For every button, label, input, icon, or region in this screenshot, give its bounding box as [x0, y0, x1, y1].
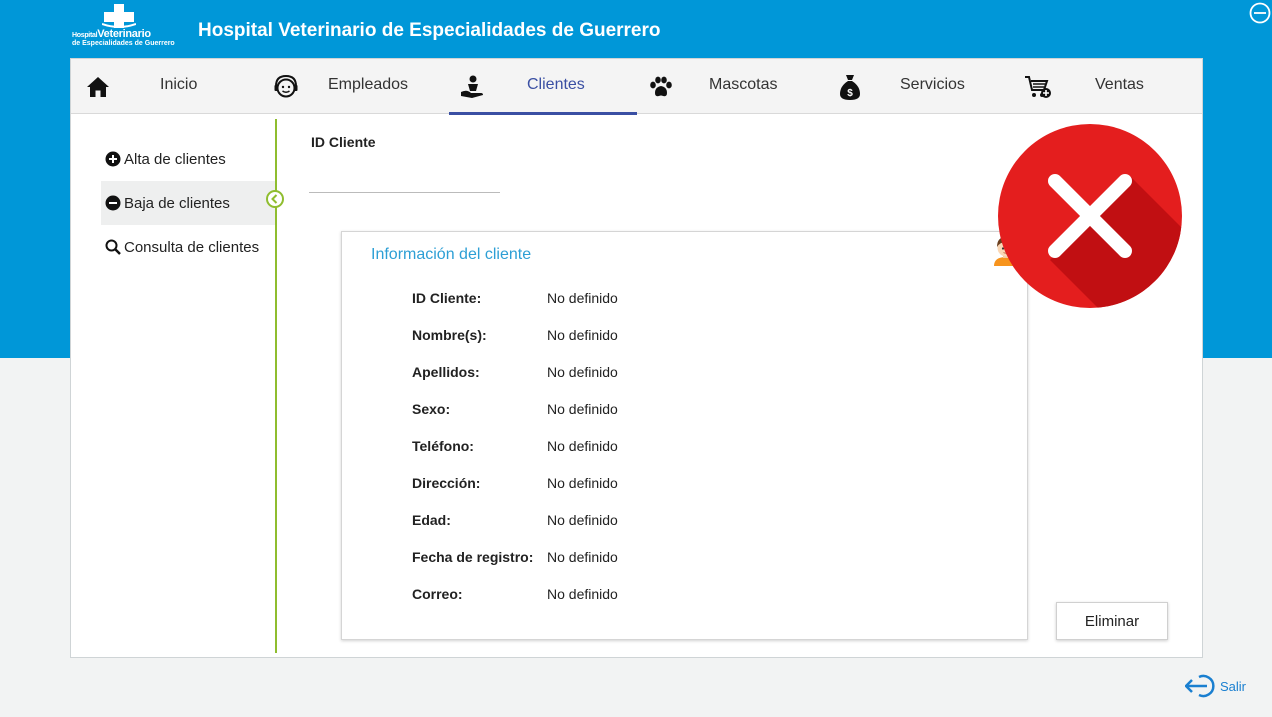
nav-item-mascotas[interactable]: Mascotas	[637, 59, 825, 114]
card-title: Información del cliente	[371, 246, 532, 263]
info-key: ID Cliente:	[412, 290, 482, 306]
info-key: Sexo:	[412, 401, 451, 417]
logo-text-hospital: Hospital	[72, 32, 98, 39]
info-key: Teléfono:	[412, 438, 474, 454]
logout-label: Salir	[1220, 678, 1247, 694]
info-key: Dirección:	[412, 475, 481, 491]
info-value: No definido	[547, 438, 618, 454]
client-service-icon	[458, 73, 486, 101]
client-info-card: Información del cliente ID Cliente: No d…	[341, 231, 1028, 640]
nav-label-empleados: Empleados	[328, 76, 409, 93]
app-title: Hospital Veterinario de Especialidades d…	[198, 20, 661, 41]
sidebar-item-alta-clientes[interactable]: Alta de clientes	[101, 137, 276, 181]
nav-label-inicio: Inicio	[160, 76, 198, 93]
nav-item-clientes[interactable]: Clientes	[449, 59, 637, 115]
hospital-logo: HospitalVeterinario de Especialidades de…	[72, 4, 175, 50]
info-key: Apellidos:	[412, 364, 480, 380]
info-value: No definido	[547, 327, 618, 343]
sidebar-item-baja-clientes[interactable]: Baja de clientes	[101, 181, 276, 225]
nav-label-clientes: Clientes	[527, 76, 585, 93]
info-value: No definido	[547, 401, 618, 417]
info-value: No definido	[547, 586, 618, 602]
info-value: No definido	[547, 512, 618, 528]
sidebar: Alta de clientes Baja de clientes Consul…	[101, 137, 276, 269]
info-key: Fecha de registro:	[412, 549, 534, 565]
cart-add-icon	[1024, 73, 1052, 101]
logout-button[interactable]: Salir	[1185, 674, 1246, 698]
nav-item-servicios[interactable]: $ Servicios	[825, 59, 1013, 114]
id-cliente-label: ID Cliente	[311, 134, 376, 150]
active-arrow-icon	[266, 190, 284, 208]
logo-text-veterinario: Veterinario	[97, 28, 151, 40]
delete-button[interactable]: Eliminar	[1056, 602, 1168, 640]
minus-circle-icon	[105, 195, 121, 211]
info-key: Nombre(s):	[412, 327, 487, 343]
info-value: No definido	[547, 549, 618, 565]
nav-label-servicios: Servicios	[900, 76, 965, 93]
sidebar-item-consulta-clientes[interactable]: Consulta de clientes	[101, 225, 276, 269]
info-key: Correo:	[412, 586, 463, 602]
info-value: No definido	[547, 364, 618, 380]
svg-text:$: $	[847, 88, 853, 99]
nav-item-empleados[interactable]: Empleados	[259, 59, 447, 114]
logo-text-subtitle: de Especialidades de Guerrero	[72, 40, 175, 47]
info-value: No definido	[547, 475, 618, 491]
minimize-icon[interactable]	[1249, 2, 1271, 24]
info-key: Edad:	[412, 512, 451, 528]
sidebar-item-label: Consulta de clientes	[124, 238, 260, 256]
search-icon	[105, 239, 121, 255]
money-bag-icon: $	[836, 73, 864, 101]
nav-label-ventas: Ventas	[1095, 76, 1144, 93]
nav-item-ventas[interactable]: Ventas	[1013, 59, 1201, 114]
info-value: No definido	[547, 290, 618, 306]
cross-logo-icon	[102, 4, 136, 28]
sidebar-item-label: Alta de clientes	[124, 150, 226, 168]
main-navbar: Inicio Empleados Clientes Mascotas $ Ser…	[71, 59, 1202, 115]
plus-circle-icon	[105, 151, 121, 167]
delete-x-icon	[998, 124, 1182, 308]
home-icon	[84, 73, 112, 101]
nav-item-inicio[interactable]: Inicio	[71, 59, 259, 114]
nav-label-mascotas: Mascotas	[709, 76, 778, 93]
logout-icon	[1185, 674, 1215, 698]
id-cliente-input[interactable]	[309, 167, 500, 193]
paw-icon	[647, 73, 675, 101]
sidebar-item-label: Baja de clientes	[124, 194, 230, 212]
headset-user-icon	[272, 73, 300, 101]
